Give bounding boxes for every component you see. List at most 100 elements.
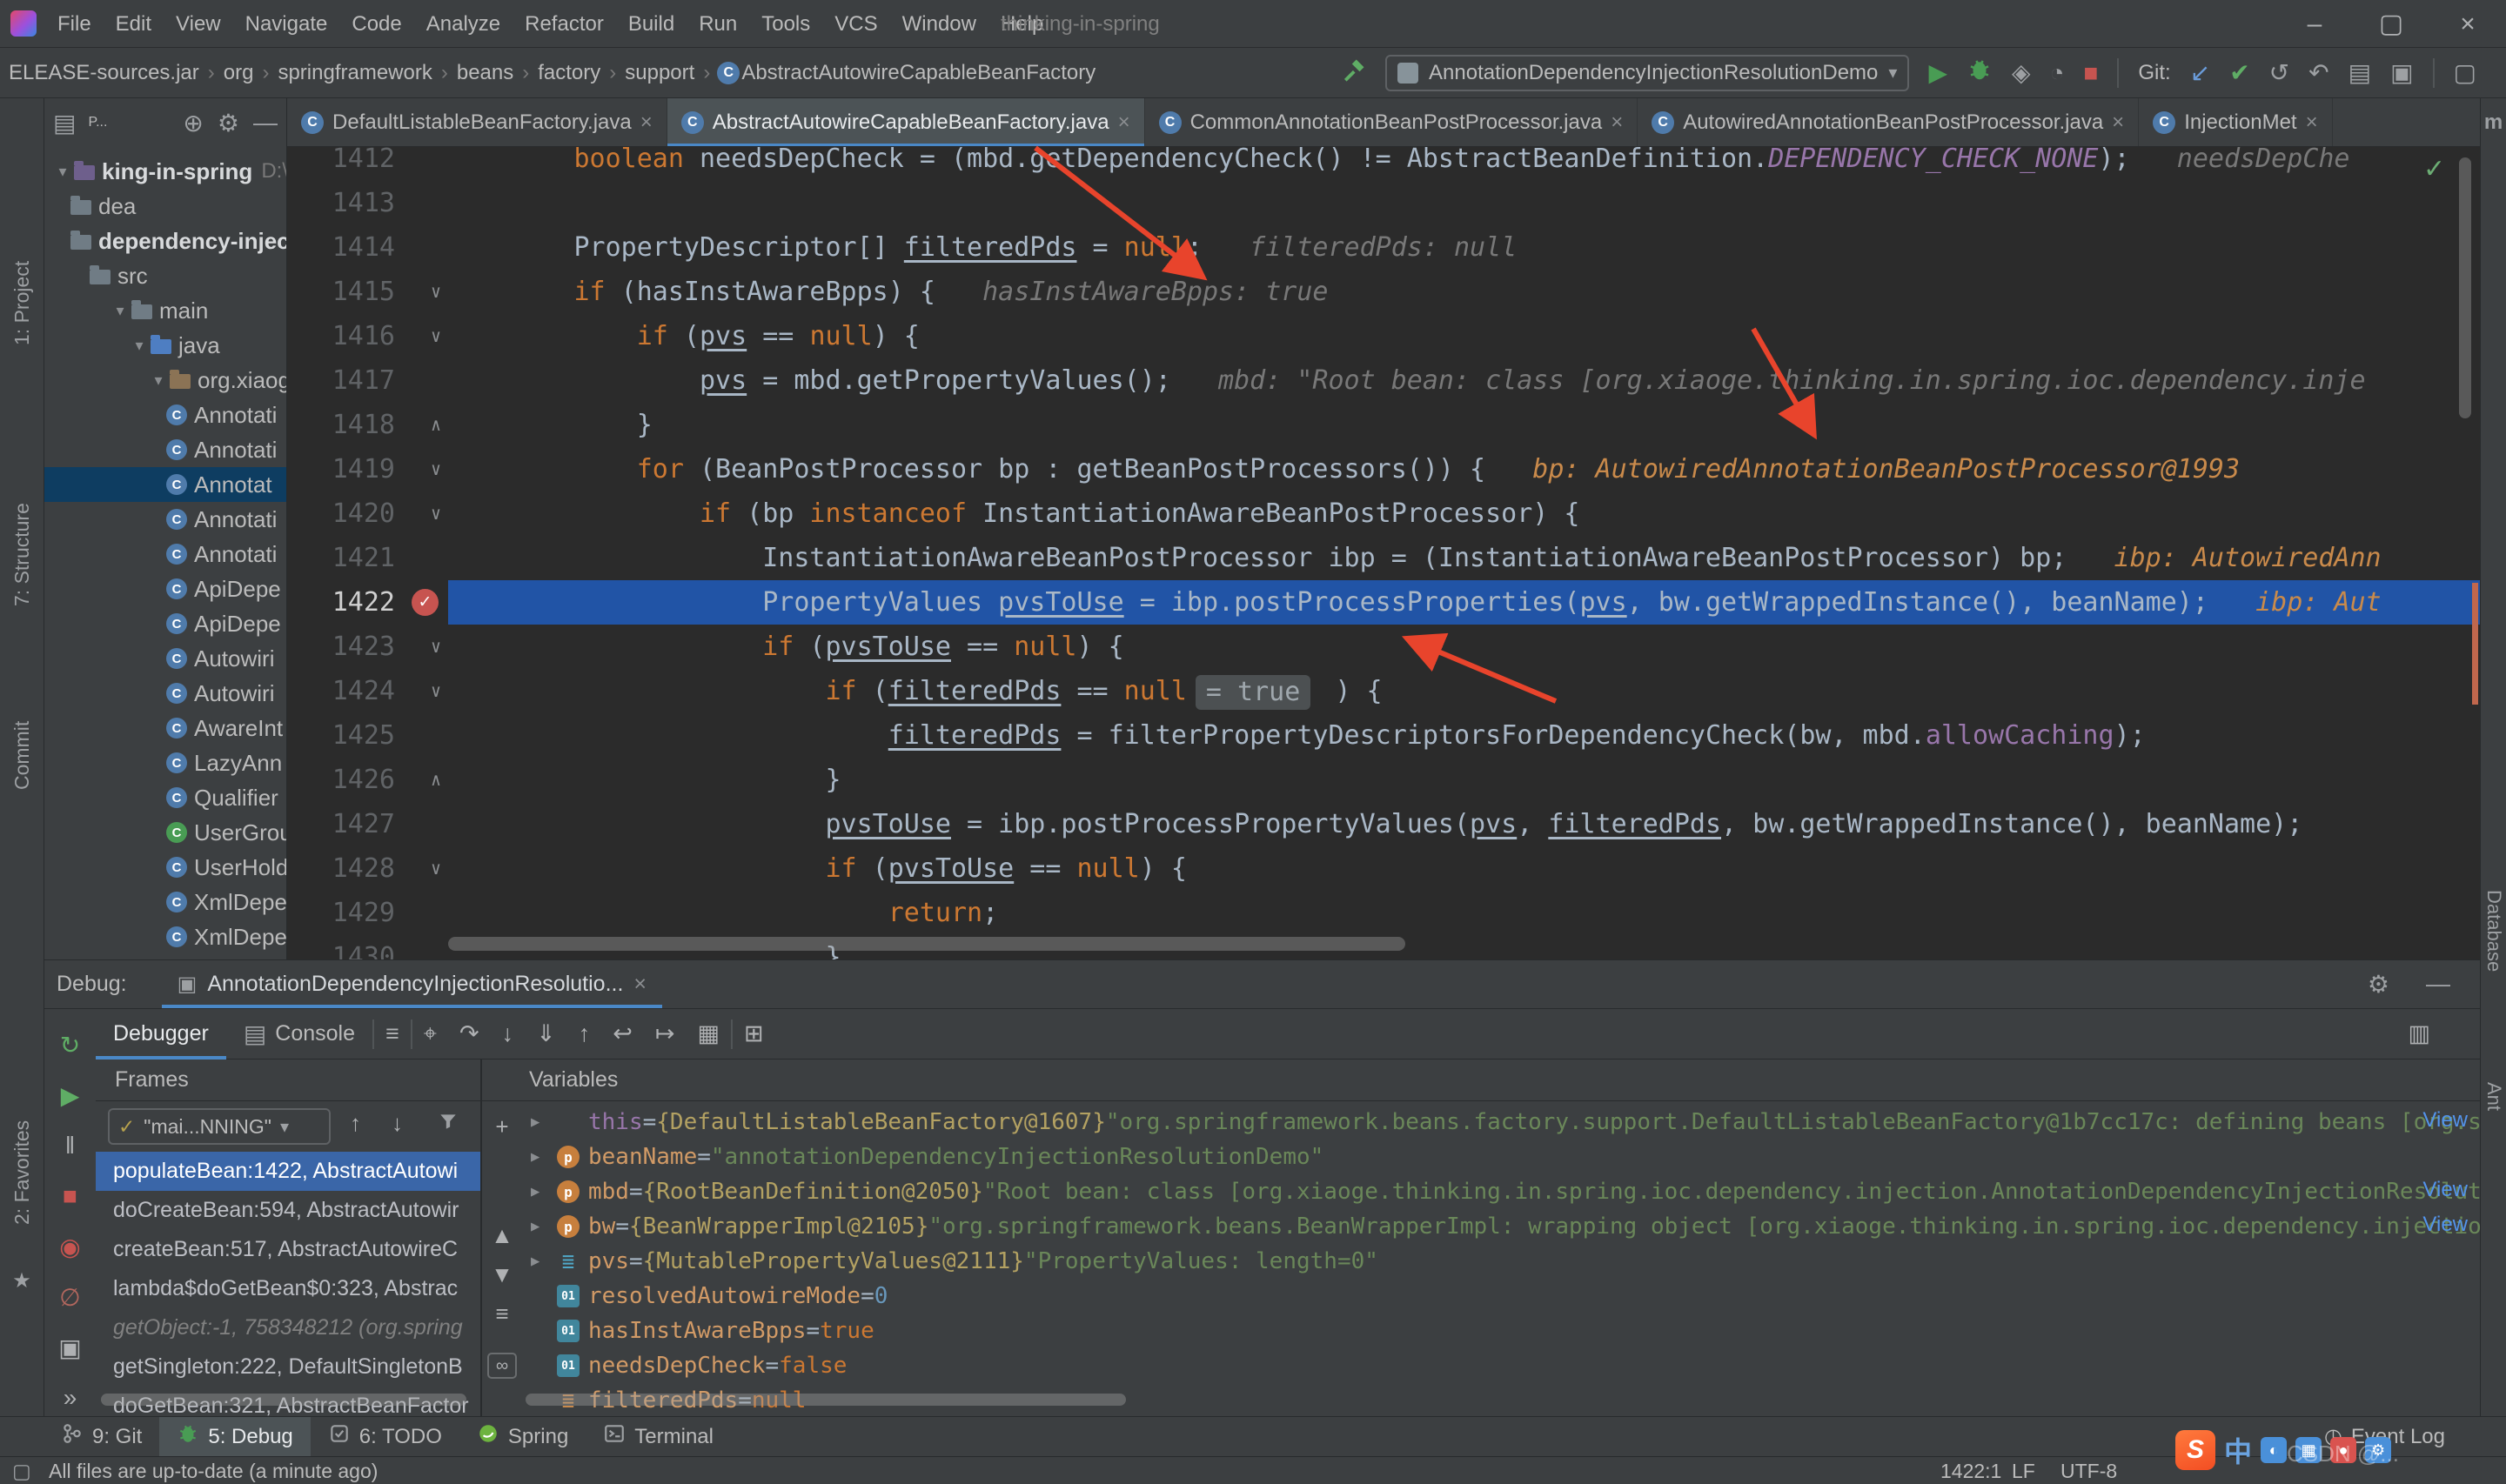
code-text[interactable]: return; — [448, 891, 2480, 935]
editor-tab[interactable]: CInjectionMet× — [2139, 98, 2332, 147]
code-text[interactable]: } — [448, 403, 2480, 447]
toolwindow-button--debug[interactable]: 5: Debug — [159, 1417, 310, 1457]
locate-file-icon[interactable]: ⊕ — [183, 109, 203, 137]
variable-row-hasInstAwareBpps[interactable]: 01hasInstAwareBpps = true — [522, 1314, 2480, 1348]
stripe--structure[interactable]: 7: Structure — [0, 464, 44, 646]
project-view-icon[interactable]: ▤ — [53, 109, 76, 137]
code-text[interactable]: filteredPds = filterPropertyDescriptorsF… — [448, 713, 2480, 758]
stack-frame[interactable]: populateBean:1422, AbstractAutowi — [96, 1152, 480, 1191]
menu-vcs[interactable]: VCS — [822, 0, 889, 48]
drop-frame-icon[interactable]: ↩ — [601, 1020, 644, 1047]
coverage-icon[interactable]: ◈ — [2012, 58, 2031, 87]
menu-navigate[interactable]: Navigate — [233, 0, 340, 48]
code-text[interactable]: PropertyDescriptor[] filteredPds = null;… — [448, 225, 2480, 270]
view-link[interactable]: View — [2422, 1178, 2468, 1202]
project-panel-title[interactable]: P... — [88, 115, 107, 130]
menu-run[interactable]: Run — [687, 0, 749, 48]
code-text[interactable]: if (filteredPds == null= true ) { — [448, 669, 2480, 713]
encoding-widget[interactable]: UTF-8 — [2060, 1460, 2117, 1483]
code-text[interactable]: boolean needsDepCheck = (mbd.getDependen… — [448, 147, 2480, 181]
hide-debug-panel-icon[interactable]: — — [2426, 970, 2450, 999]
thread-selector[interactable]: ✓ "mai...NNING" ▾ — [108, 1108, 331, 1145]
breadcrumb-item[interactable]: org — [222, 61, 256, 85]
code-text[interactable]: if (pvsToUse == null) { — [448, 625, 2480, 669]
tree-item-java[interactable]: ▾java — [44, 328, 286, 363]
breadcrumb-item[interactable]: beans — [455, 61, 515, 85]
tree-item-annotati[interactable]: CAnnotati — [44, 432, 286, 467]
debug-settings-gear-icon[interactable]: ⚙ — [2368, 970, 2389, 999]
code-text[interactable]: for (BeanPostProcessor bp : getBeanPostP… — [448, 447, 2480, 491]
frame-down-icon[interactable]: ↓ — [392, 1110, 403, 1137]
editor-tab[interactable]: CCommonAnnotationBeanPostProcessor.java× — [1145, 98, 1638, 147]
variable-row-mbd[interactable]: ▶pmbd = {RootBeanDefinition@2050} "Root … — [522, 1174, 2480, 1209]
expand-icon[interactable]: ▶ — [531, 1113, 557, 1131]
line-ending-widget[interactable]: LF — [2012, 1460, 2035, 1483]
expand-icon[interactable]: ▶ — [531, 1183, 557, 1200]
stripe-favorites[interactable]: 2: Favorites — [0, 1090, 44, 1255]
stack-frame[interactable]: getSingleton:222, DefaultSingletonB — [96, 1347, 480, 1387]
breadcrumb-item[interactable]: ELEASE-sources.jar — [7, 61, 201, 85]
close-tab-icon[interactable]: × — [640, 110, 653, 135]
expand-arrow-icon[interactable]: ▾ — [147, 371, 170, 390]
move-down-icon[interactable]: ▼ — [482, 1261, 522, 1288]
maximize-icon[interactable]: ▢ — [2353, 0, 2429, 48]
stack-frame[interactable]: getObject:-1, 758348212 (org.spring — [96, 1308, 480, 1347]
debug-icon[interactable] — [1967, 57, 1993, 89]
stripe-commit[interactable]: Commit — [0, 699, 44, 812]
copy-value-icon[interactable]: ≡ — [482, 1300, 522, 1327]
vcs-rollback-icon[interactable]: ↶ — [2308, 58, 2328, 87]
close-tab-icon[interactable]: × — [1118, 110, 1130, 135]
grid-layout-icon[interactable]: ⊞ — [733, 1020, 775, 1047]
stack-frame[interactable]: createBean:517, AbstractAutowireC — [96, 1230, 480, 1269]
stack-frame[interactable]: lambda$doGetBean$0:323, Abstrac — [96, 1269, 480, 1308]
vcs-commit-icon[interactable]: ✔ — [2229, 58, 2249, 87]
code-text[interactable]: pvsToUse = ibp.postProcessPropertyValues… — [448, 802, 2480, 846]
stripe-database[interactable]: Database — [2481, 851, 2506, 1012]
menu-edit[interactable]: Edit — [104, 0, 164, 48]
close-tab-icon[interactable]: × — [2306, 110, 2318, 135]
fold-marker[interactable]: ∨ — [400, 846, 448, 891]
stop-debug-icon[interactable]: ■ — [44, 1182, 96, 1210]
expand-arrow-icon[interactable]: ▾ — [128, 337, 151, 355]
hide-panel-icon[interactable]: — — [253, 109, 278, 137]
editor-tab[interactable]: CDefaultListableBeanFactory.java× — [287, 98, 667, 147]
breadcrumb-class[interactable]: AbstractAutowireCapableBeanFactory — [740, 61, 1097, 85]
code-text[interactable] — [448, 181, 2480, 225]
view-link[interactable]: View — [2422, 1213, 2468, 1237]
editor-tab[interactable]: CAbstractAutowireCapableBeanFactory.java… — [667, 98, 1145, 147]
tree-item-kinginspring[interactable]: ▾king-in-springD:\wor — [44, 154, 286, 189]
more-actions-icon[interactable]: » — [44, 1384, 96, 1412]
inspections-ok-icon[interactable]: ✓ — [2423, 154, 2445, 184]
menu-refactor[interactable]: Refactor — [513, 0, 616, 48]
vcs-history-icon[interactable]: ↺ — [2269, 58, 2289, 87]
tree-item-annotati[interactable]: CAnnotati — [44, 537, 286, 572]
tree-item-src[interactable]: src — [44, 258, 286, 293]
add-watch-icon[interactable]: + — [482, 1113, 522, 1140]
variable-row-beanName[interactable]: ▶pbeanName = "annotationDependencyInject… — [522, 1140, 2480, 1174]
close-session-icon[interactable]: × — [633, 972, 647, 997]
tree-item-qualifier[interactable]: CQualifier — [44, 780, 286, 815]
close-tab-icon[interactable]: × — [2112, 110, 2124, 135]
tree-item-main[interactable]: ▾main — [44, 293, 286, 328]
fold-marker[interactable]: ∨ — [400, 447, 448, 491]
toolwindow-button-terminal[interactable]: Terminal — [586, 1417, 731, 1457]
gear-icon[interactable]: ⚙ — [218, 109, 239, 137]
breadcrumb-item[interactable]: factory — [536, 61, 602, 85]
expand-arrow-icon[interactable]: ▾ — [51, 163, 74, 181]
rerun-icon[interactable]: ↻ — [44, 1031, 96, 1060]
tree-item-usergrou[interactable]: CUserGrou — [44, 815, 286, 850]
caret-position-widget[interactable]: 1422:1 — [1940, 1460, 2001, 1483]
vcs-update-icon[interactable]: ↙ — [2190, 58, 2210, 87]
stripe-ant[interactable]: Ant — [2481, 1060, 2506, 1133]
code-text[interactable]: InstantiationAwareBeanPostProcessor ibp … — [448, 536, 2480, 580]
toolwindow-button--todo[interactable]: 6: TODO — [311, 1417, 459, 1457]
fold-marker[interactable]: ∧ — [400, 403, 448, 447]
stack-frame[interactable]: doCreateBean:594, AbstractAutowir — [96, 1191, 480, 1230]
menu-window[interactable]: Window — [890, 0, 988, 48]
menu-tools[interactable]: Tools — [749, 0, 822, 48]
vcs-diff-icon[interactable]: ▣ — [2390, 58, 2413, 87]
code-text[interactable]: } — [448, 758, 2480, 802]
menu-code[interactable]: Code — [339, 0, 413, 48]
fold-marker[interactable]: ∨ — [400, 491, 448, 536]
code-text[interactable]: PropertyValues pvsToUse = ibp.postProces… — [448, 580, 2480, 625]
